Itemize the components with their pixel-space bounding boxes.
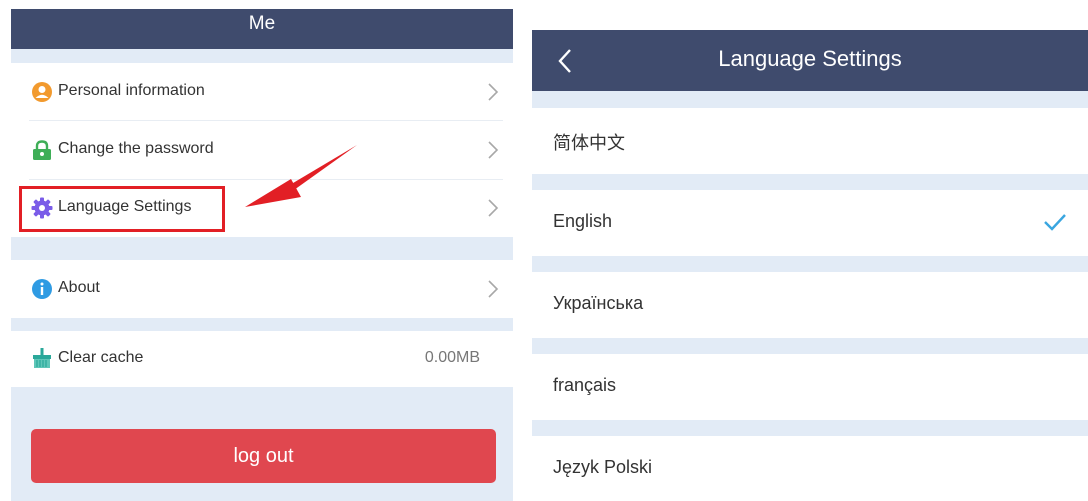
language-label: English (553, 211, 613, 231)
language-label: Українська (553, 293, 644, 313)
arrow-annotation-icon (245, 145, 357, 207)
page-title: Language Settings (718, 46, 902, 71)
language-header: Language Settings (532, 30, 1088, 91)
info-icon (32, 279, 52, 299)
language-option-polish[interactable]: Język Polski (532, 436, 1088, 501)
page-title: Me (248, 13, 276, 34)
chevron-right-icon (488, 83, 499, 101)
broom-icon (33, 348, 51, 368)
lock-icon (33, 140, 51, 160)
language-option-ukrainian[interactable]: Українська (532, 272, 1088, 338)
menu-item-personal-information[interactable]: Personal information (11, 63, 513, 121)
highlight-box (19, 186, 225, 232)
chevron-right-icon (488, 199, 499, 217)
checkmark-icon (1044, 214, 1066, 231)
person-circle-icon (32, 82, 52, 102)
menu-item-label: Personal information (58, 82, 205, 99)
language-settings-screen: Language Settings 简体中文 English Українськ… (532, 30, 1088, 501)
me-header: Me (11, 9, 513, 49)
menu-item-clear-cache[interactable]: Clear cache 0.00MB (11, 331, 513, 387)
menu-item-about[interactable]: About (11, 260, 513, 318)
chevron-right-icon (488, 280, 499, 298)
language-label: 简体中文 (553, 133, 625, 153)
chevron-right-icon (488, 141, 499, 159)
language-label: Język Polski (553, 457, 653, 477)
logout-button[interactable]: log out (31, 429, 496, 483)
language-option-chinese[interactable]: 简体中文 (532, 108, 1088, 174)
cache-size-value: 0.00MB (424, 349, 480, 366)
language-option-english[interactable]: English (532, 190, 1088, 256)
menu-item-label: Change the password (58, 140, 214, 157)
menu-item-label: About (58, 279, 100, 296)
me-screen: Me Personal information Change the passw… (11, 9, 513, 501)
menu-item-label: Clear cache (58, 349, 144, 366)
language-label: français (553, 375, 617, 395)
language-option-french[interactable]: français (532, 354, 1088, 420)
